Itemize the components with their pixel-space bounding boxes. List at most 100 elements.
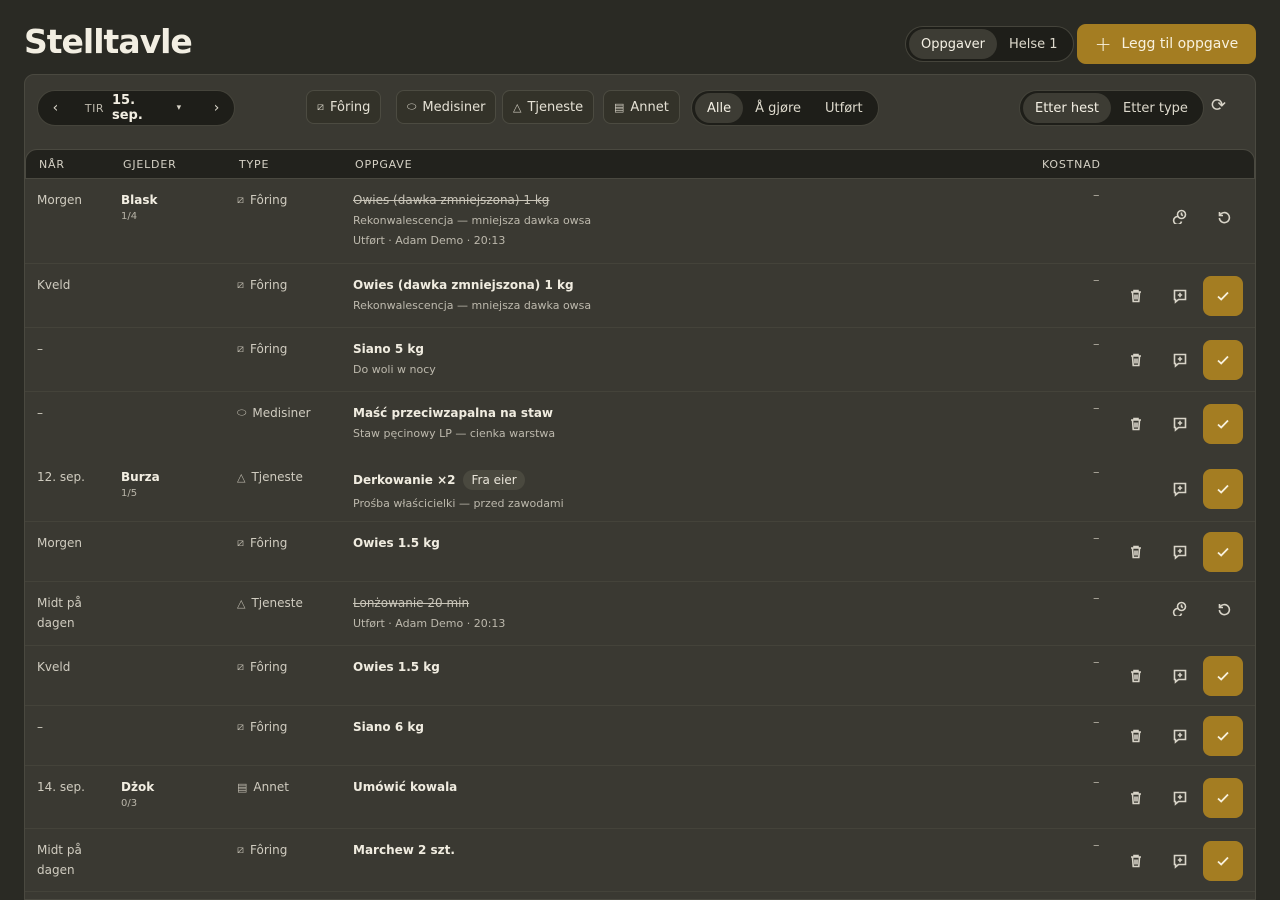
- trash-icon[interactable]: [1122, 346, 1150, 374]
- table-row: Morgen Blask 1/4 ⧄ Fôring Owies (dawka zmniej…: [25, 179, 1255, 264]
- status-alle[interactable]: Alle: [695, 93, 744, 123]
- trash-icon[interactable]: [1122, 784, 1150, 812]
- task-cell: Lonżowanie 20 min Utført · Adam Demo · 20…: [353, 596, 505, 630]
- filter-chip-foring[interactable]: ⧄ Fôring: [306, 90, 382, 124]
- cost-value: –: [1093, 715, 1100, 730]
- task-subtitle: Rekonwalescencja — mniejsza dawka owsa: [353, 299, 592, 312]
- add-task-button[interactable]: + Legg til oppgave: [1077, 24, 1256, 64]
- service-bell-icon: △: [237, 470, 246, 484]
- pill-icon: ⬭: [407, 100, 417, 113]
- status-utfort[interactable]: Utført: [813, 93, 875, 123]
- add-comment-icon[interactable]: [1166, 847, 1194, 875]
- toolbar: ‹ TIR 15. sep. ▾ › ⧄ Fôring ⬭ Medisiner …: [25, 75, 1255, 139]
- mark-done-button[interactable]: [1203, 469, 1243, 509]
- task-title: Maść przeciwzapalna na staw: [353, 406, 555, 420]
- undo-icon[interactable]: [1210, 202, 1238, 230]
- type-label: Fôring: [250, 193, 288, 207]
- trash-icon[interactable]: [1122, 847, 1150, 875]
- trash-icon[interactable]: [1122, 410, 1150, 438]
- task-title-text: Siano 6 kg: [353, 720, 424, 734]
- task-title: Siano 5 kg: [353, 342, 436, 356]
- mark-done-button[interactable]: [1203, 841, 1243, 881]
- cost-value: –: [1093, 655, 1100, 670]
- mark-done-button[interactable]: [1203, 778, 1243, 818]
- type-label: Medisiner: [252, 406, 311, 420]
- add-comment-icon[interactable]: [1166, 538, 1194, 566]
- chip-label: Annet: [630, 99, 669, 115]
- add-comment-icon[interactable]: [1166, 662, 1194, 690]
- when-label: Morgen: [37, 193, 83, 207]
- task-cell: Marchew 2 szt.: [353, 843, 455, 857]
- task-title: Siano 6 kg: [353, 720, 424, 734]
- refresh-icon[interactable]: ⟳: [1211, 95, 1226, 116]
- weekday-label: TIR: [84, 101, 104, 115]
- undo-icon[interactable]: [1210, 594, 1238, 622]
- filter-chip-medisiner[interactable]: ⬭ Medisiner: [396, 90, 497, 124]
- task-title-text: Siano 5 kg: [353, 342, 424, 356]
- trash-icon[interactable]: [1122, 538, 1150, 566]
- filter-chip-annet[interactable]: ▤ Annet: [603, 90, 680, 124]
- horse-name[interactable]: Blask: [121, 193, 157, 207]
- table-row: Kveld ⧄ Fôring Owies 1.5 kg –: [25, 646, 1255, 706]
- clipboard-icon: ▤: [237, 780, 248, 794]
- table-header: NÅR GJELDER TYPE OPPGAVE KOSTNAD: [25, 149, 1255, 179]
- mark-done-button[interactable]: [1203, 340, 1243, 380]
- trash-icon[interactable]: [1122, 282, 1150, 310]
- type-cell: ⧄ Fôring: [237, 843, 287, 857]
- tab-oppgaver[interactable]: Oppgaver: [909, 29, 997, 59]
- trash-icon[interactable]: [1122, 662, 1150, 690]
- when-label: Kveld: [37, 278, 71, 292]
- date-picker[interactable]: 15. sep.: [112, 93, 169, 123]
- type-cell: ⧄ Fôring: [237, 278, 287, 292]
- chevron-down-icon[interactable]: ▾: [177, 103, 182, 113]
- add-comment-icon[interactable]: [1166, 346, 1194, 374]
- view-switcher: Oppgaver Helse 1: [905, 26, 1074, 62]
- task-cell: Siano 5 kg Do woli w nocy: [353, 342, 436, 376]
- mark-done-button[interactable]: [1203, 276, 1243, 316]
- filter-chip-tjeneste[interactable]: △ Tjeneste: [502, 90, 595, 124]
- add-comment-icon[interactable]: [1166, 784, 1194, 812]
- group-by-horse[interactable]: Etter hest: [1023, 93, 1111, 123]
- when-label: –: [37, 406, 43, 420]
- mark-done-button[interactable]: [1203, 532, 1243, 572]
- prev-day-button[interactable]: ‹: [38, 100, 73, 116]
- cost-value: –: [1093, 401, 1100, 416]
- cost-value: –: [1093, 465, 1100, 480]
- horse-name[interactable]: Dżok: [121, 780, 154, 794]
- cost-value: –: [1093, 775, 1100, 790]
- status-a-gjore[interactable]: Å gjøre: [743, 93, 813, 123]
- type-label: Fôring: [250, 278, 288, 292]
- mark-done-button[interactable]: [1203, 404, 1243, 444]
- task-title: Owies (dawka zmniejszona) 1 kg: [353, 278, 591, 292]
- add-comment-icon[interactable]: [1166, 410, 1194, 438]
- chip-label: Medisiner: [422, 99, 486, 115]
- table-row: 14. sep. Dżok 0/3 ▤ Annet Umówić kowala –: [25, 766, 1255, 829]
- horse-cell: Blask 1/4: [121, 193, 157, 222]
- task-title: Umówić kowala: [353, 780, 457, 794]
- type-cell: ▤ Annet: [237, 780, 289, 794]
- mark-done-button[interactable]: [1203, 656, 1243, 696]
- task-cell: Owies 1.5 kg: [353, 536, 440, 550]
- horse-task-count: 0/3: [121, 798, 138, 809]
- page-title: Stelltavle: [24, 22, 193, 61]
- group-by-type[interactable]: Etter type: [1111, 93, 1200, 123]
- mark-done-button[interactable]: [1203, 716, 1243, 756]
- next-day-button[interactable]: ›: [199, 100, 234, 116]
- task-cell: Owies (dawka zmniejszona) 1 kg Rekonwales…: [353, 193, 591, 247]
- type-label: Fôring: [250, 536, 288, 550]
- history-icon[interactable]: [1166, 202, 1194, 230]
- history-icon[interactable]: [1166, 594, 1194, 622]
- add-task-label: Legg til oppgave: [1121, 36, 1239, 52]
- horse-name[interactable]: Burza: [121, 470, 160, 484]
- when-label: 14. sep.: [37, 780, 85, 794]
- add-comment-icon[interactable]: [1166, 722, 1194, 750]
- check-icon: [1217, 856, 1229, 866]
- feed-icon: ⧄: [317, 100, 324, 113]
- trash-icon[interactable]: [1122, 722, 1150, 750]
- col-task: OPPGAVE: [355, 158, 413, 171]
- add-comment-icon[interactable]: [1166, 475, 1194, 503]
- tab-helse[interactable]: Helse 1: [997, 29, 1070, 59]
- service-bell-icon: △: [513, 100, 522, 114]
- add-comment-icon[interactable]: [1166, 282, 1194, 310]
- check-icon: [1217, 291, 1229, 301]
